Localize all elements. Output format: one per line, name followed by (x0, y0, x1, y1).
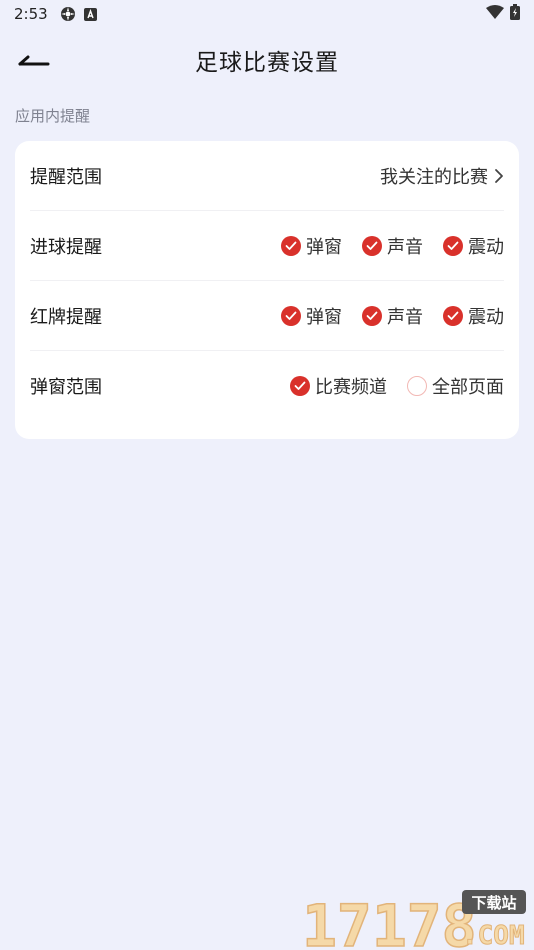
checked-icon (290, 376, 310, 396)
row-label: 弹窗范围 (30, 377, 102, 398)
redcard-vibrate-option[interactable]: 震动 (443, 303, 504, 329)
goal-popup-option[interactable]: 弹窗 (281, 233, 342, 259)
watermark-number: 17178 (302, 892, 477, 950)
chevron-right-icon (494, 168, 504, 184)
checked-icon (443, 235, 463, 256)
page-title: 足球比赛设置 (195, 50, 339, 76)
option-label: 声音 (387, 306, 423, 328)
header: 足球比赛设置 (0, 36, 534, 84)
checked-icon (362, 235, 382, 256)
checked-icon (443, 305, 463, 326)
option-label: 全部页面 (432, 377, 504, 398)
wifi-icon (486, 5, 504, 23)
back-button[interactable] (14, 44, 54, 76)
section-label: 应用内提醒 (15, 107, 91, 125)
option-label: 震动 (468, 236, 504, 258)
row-reminder-scope[interactable]: 提醒范围 我关注的比赛 (30, 141, 504, 211)
row-label: 进球提醒 (30, 236, 102, 258)
option-label: 弹窗 (306, 306, 342, 328)
status-time: 2:53 (14, 5, 48, 23)
popup-match-channel-option[interactable]: 比赛频道 (290, 373, 387, 399)
checked-icon (281, 305, 301, 326)
back-arrow-icon (18, 55, 50, 66)
option-label: 震动 (468, 306, 504, 328)
redcard-sound-option[interactable]: 声音 (362, 303, 423, 329)
redcard-popup-option[interactable]: 弹窗 (281, 303, 342, 329)
row-label: 提醒范围 (30, 166, 102, 188)
watermark-suffix: .COM (462, 921, 525, 950)
site-watermark-logo: 17178 下载站 .COM (302, 890, 526, 950)
option-label: 比赛频道 (315, 377, 387, 398)
reminder-scope-value[interactable]: 我关注的比赛 (380, 163, 504, 189)
settings-card: 提醒范围 我关注的比赛 进球提醒 弹窗 声音 震动 红牌提醒 弹窗 声音 震动 … (15, 141, 519, 439)
checked-icon (362, 305, 382, 326)
row-red-card-reminder: 红牌提醒 弹窗 声音 震动 (30, 281, 504, 351)
unchecked-icon (407, 376, 427, 396)
option-label: 弹窗 (306, 236, 342, 258)
checked-icon (281, 235, 301, 256)
row-popup-scope: 弹窗范围 比赛频道 全部页面 (30, 351, 504, 421)
keyboard-status-icon (83, 7, 97, 21)
option-label: 声音 (387, 236, 423, 258)
status-bar: 2:53 (0, 0, 534, 28)
watermark-badge: 下载站 (471, 894, 516, 912)
goal-sound-option[interactable]: 声音 (362, 233, 423, 259)
row-label: 红牌提醒 (30, 306, 102, 328)
goal-vibrate-option[interactable]: 震动 (443, 233, 504, 259)
row-goal-reminder: 进球提醒 弹窗 声音 震动 (30, 211, 504, 281)
battery-icon (510, 4, 520, 24)
settings-gear-status-icon (60, 6, 76, 22)
reminder-scope-text: 我关注的比赛 (380, 166, 488, 188)
popup-all-pages-option[interactable]: 全部页面 (407, 373, 504, 399)
